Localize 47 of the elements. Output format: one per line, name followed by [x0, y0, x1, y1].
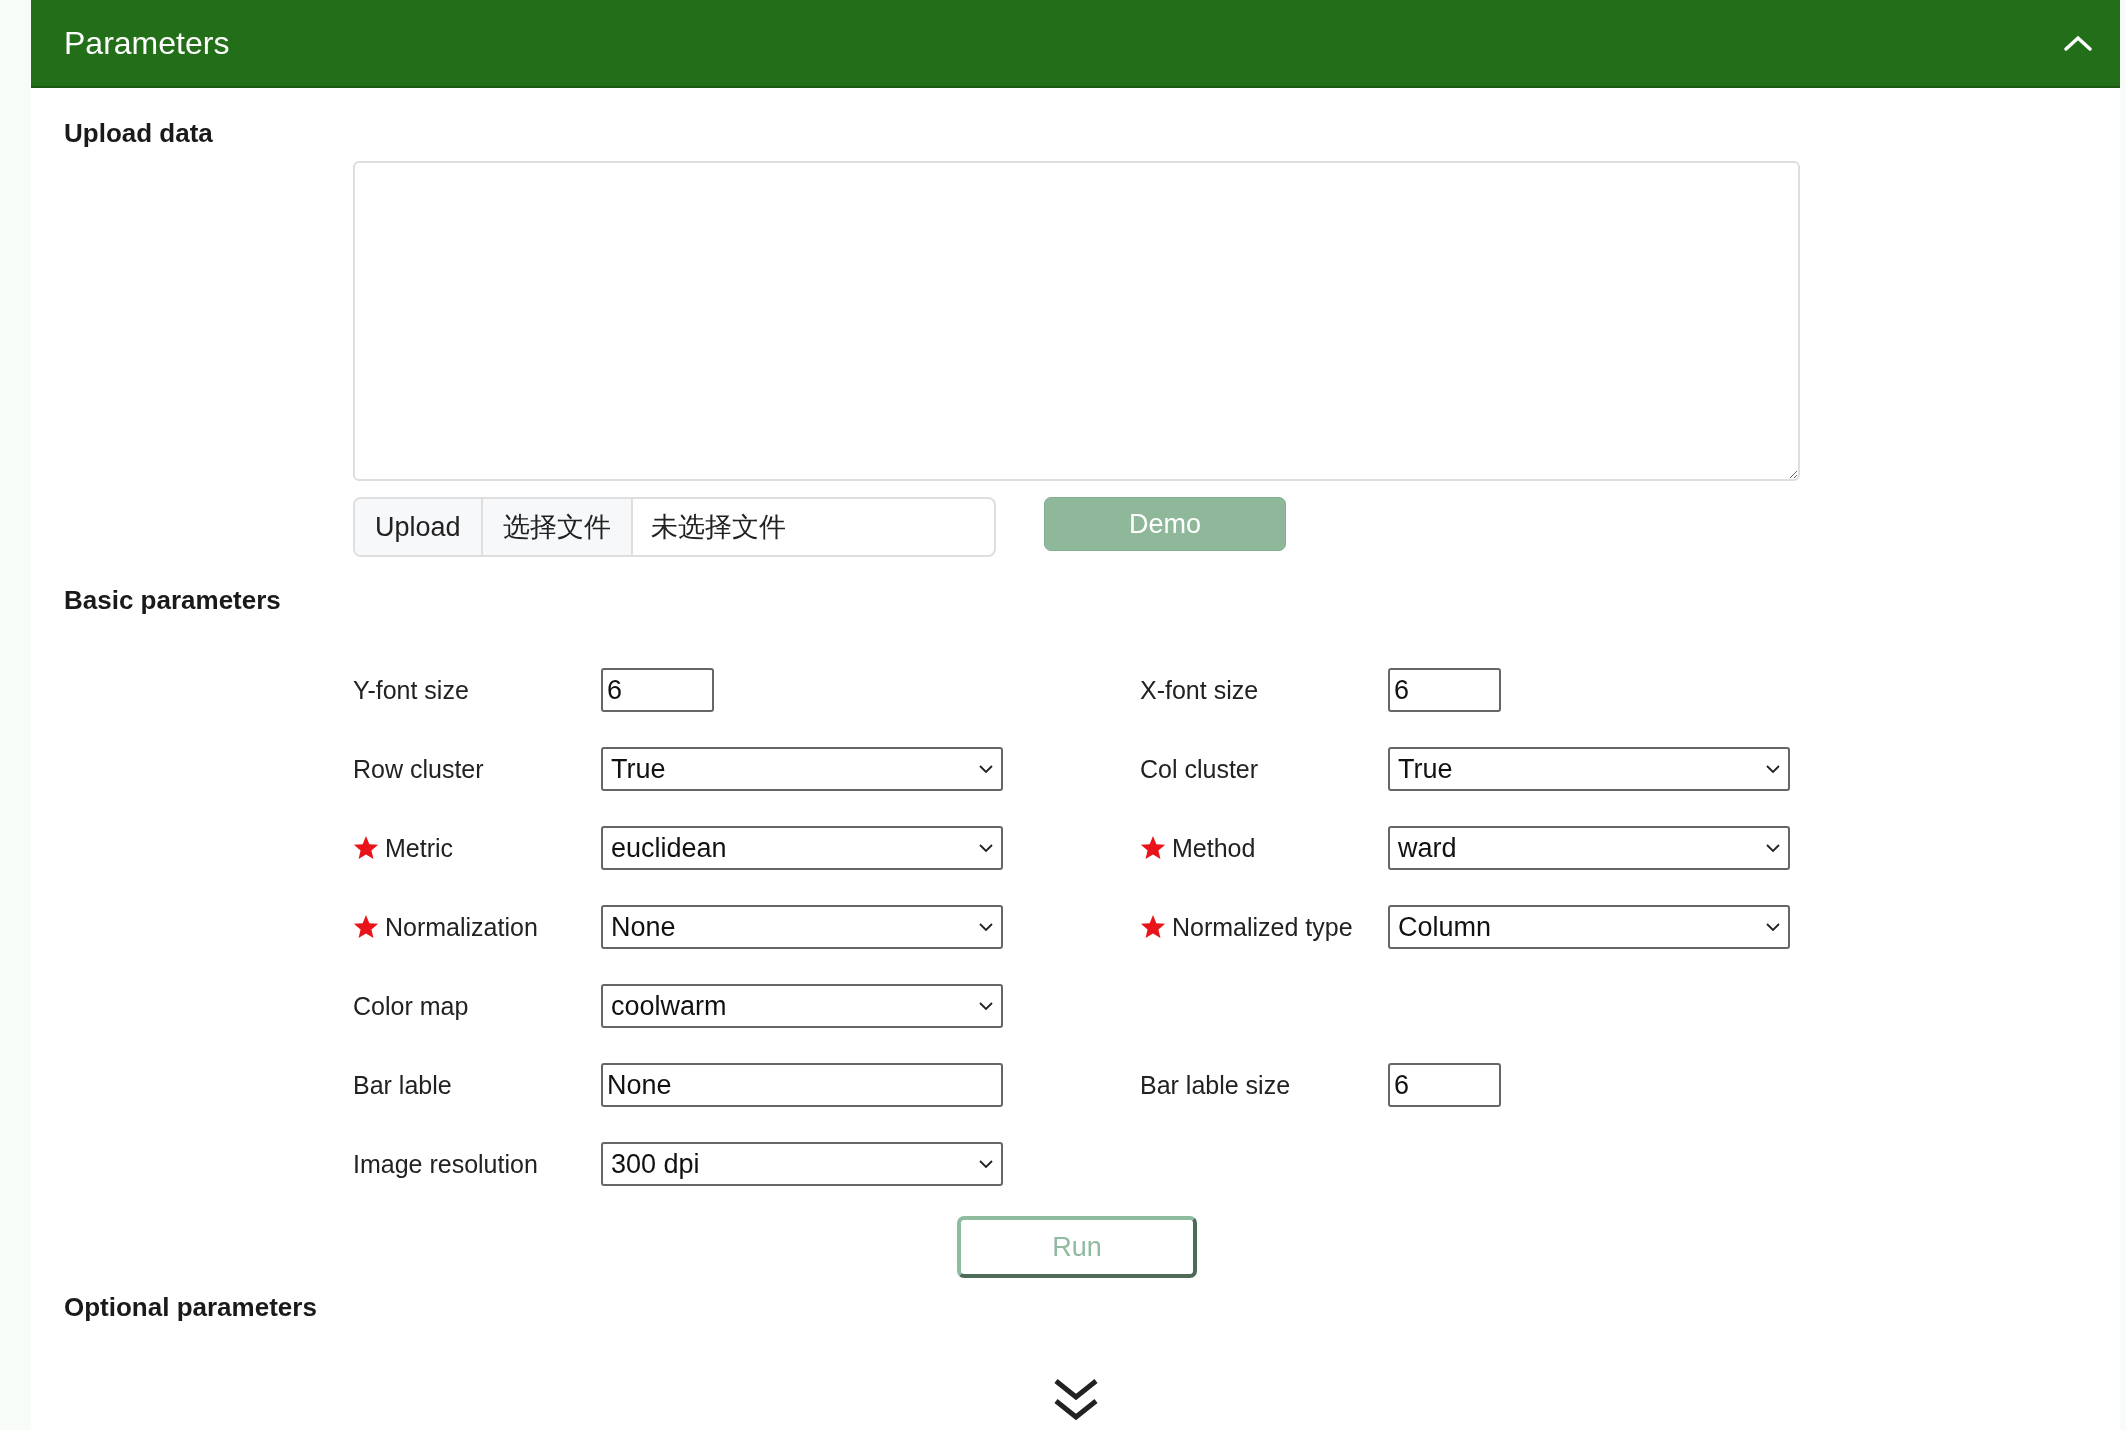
field-label: Y-font size: [353, 675, 469, 705]
field-label: Image resolution: [353, 1149, 538, 1179]
select-field[interactable]: True: [601, 747, 1003, 791]
field-label: Bar lable: [353, 1070, 452, 1100]
field-label: Bar lable size: [1140, 1070, 1291, 1100]
field-label: Normalization: [385, 912, 538, 942]
field-label: Method: [1172, 833, 1256, 863]
field-label: Row cluster: [353, 754, 484, 784]
required-star-icon: [1140, 835, 1166, 861]
caret-icon: [1766, 764, 1780, 774]
caret-icon: [979, 922, 993, 932]
file-input[interactable]: Upload 选择文件 未选择文件: [353, 497, 996, 557]
input-field[interactable]: None: [601, 1063, 1003, 1107]
select-field[interactable]: 300 dpi: [601, 1142, 1003, 1186]
required-star-icon: [353, 914, 379, 940]
caret-icon: [979, 843, 993, 853]
select-field[interactable]: True: [1388, 747, 1790, 791]
select-field[interactable]: Column: [1388, 905, 1790, 949]
file-status: 未选择文件: [649, 511, 787, 544]
field-label: Normalized type: [1172, 912, 1353, 942]
required-star-icon: [353, 835, 379, 861]
input-field[interactable]: 6: [1388, 1063, 1501, 1107]
expand-button[interactable]: [1053, 1377, 1098, 1421]
section-heading: Optional parameters: [64, 1292, 317, 1323]
select-field[interactable]: coolwarm: [601, 984, 1003, 1028]
required-star-icon: [1140, 914, 1166, 940]
select-field[interactable]: ward: [1388, 826, 1790, 870]
chevron-icon[interactable]: [2064, 35, 2092, 51]
input-field[interactable]: 6: [601, 668, 714, 712]
field-label: Col cluster: [1140, 754, 1259, 784]
field-label: Color map: [353, 991, 469, 1021]
select-field[interactable]: None: [601, 905, 1003, 949]
panel-header[interactable]: Parameters: [31, 0, 2120, 88]
choose-file-button[interactable]: 选择文件: [482, 499, 633, 555]
caret-icon: [979, 764, 993, 774]
panel-title: Parameters: [64, 24, 230, 62]
caret-icon: [1766, 843, 1780, 853]
section-heading: Basic parameters: [64, 585, 281, 616]
upload-label: Upload: [355, 499, 483, 555]
caret-icon: [979, 1001, 993, 1011]
select-field[interactable]: euclidean: [601, 826, 1003, 870]
caret-icon: [979, 1159, 993, 1169]
field-label: Metric: [385, 833, 454, 863]
caret-icon: [1766, 922, 1780, 932]
section-heading: Upload data: [64, 118, 213, 149]
field-label: X-font size: [1140, 675, 1259, 705]
input-field[interactable]: 6: [1388, 668, 1501, 712]
